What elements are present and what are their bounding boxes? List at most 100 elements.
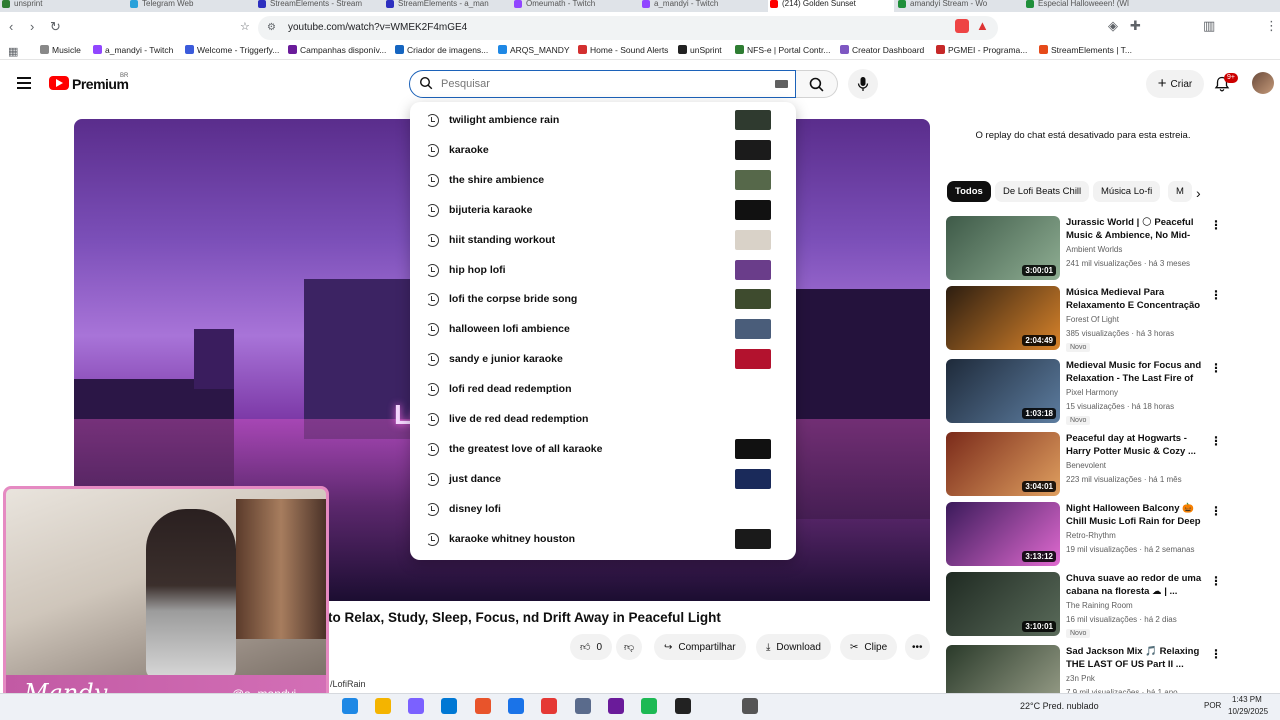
bookmark-item[interactable]: Musicle xyxy=(40,45,81,55)
more-vertical-icon[interactable]: ⋮ xyxy=(1210,434,1222,448)
weather-widget[interactable]: 22°C Pred. nublado xyxy=(1020,701,1099,711)
browser-tab[interactable]: Omeumath - Twitch xyxy=(512,0,638,12)
taskbar-app-icon[interactable] xyxy=(475,698,491,714)
recommended-video[interactable]: 1:03:18 Medieval Music for Focus and Rela… xyxy=(946,359,1236,425)
account-avatar[interactable] xyxy=(1252,72,1274,94)
browser-tab[interactable]: StreamElements - a_man xyxy=(384,0,510,12)
taskbar-app-icon[interactable] xyxy=(575,698,591,714)
recommended-video-channel[interactable]: Benevolent xyxy=(1066,461,1106,470)
more-vertical-icon[interactable]: ⋮ xyxy=(1210,504,1222,518)
search-suggestion-item[interactable]: hip hop lofi xyxy=(410,255,796,285)
chevron-right-icon[interactable]: › xyxy=(1196,185,1201,201)
more-vertical-icon[interactable]: ⋮ xyxy=(1210,288,1222,302)
recommended-video[interactable]: 3:13:12 Night Halloween Balcony 🎃 Chill M… xyxy=(946,502,1236,568)
browser-tab[interactable]: (214) Golden Sunset xyxy=(768,0,894,12)
forward-icon[interactable]: › xyxy=(30,20,34,34)
browser-tab[interactable]: StreamElements - Stream xyxy=(256,0,382,12)
clip-button[interactable]: ✂ Clipe xyxy=(840,634,898,660)
recommended-video-channel[interactable]: Retro-Rhythm xyxy=(1066,531,1116,540)
channel-tag[interactable]: /LofiRain xyxy=(330,679,366,689)
search-suggestion-item[interactable]: karaoke xyxy=(410,135,796,165)
like-button[interactable]: 👍︎ 0 xyxy=(570,634,613,660)
search-suggestion-item[interactable]: halloween lofi ambience xyxy=(410,314,796,344)
taskbar-app-icon[interactable] xyxy=(641,698,657,714)
recommended-video[interactable]: 2:04:49 Música Medieval Para Relaxamento … xyxy=(946,286,1236,352)
bookmark-item[interactable]: Creator Dashboard xyxy=(840,45,924,55)
recommended-video-channel[interactable]: The Raining Room xyxy=(1066,601,1133,610)
reload-icon[interactable]: ↻ xyxy=(50,20,61,34)
browser-tab[interactable]: amandyi Stream - Wo xyxy=(896,0,1022,12)
recommended-video[interactable]: 3:04:01 Peaceful day at Hogwarts - Harry … xyxy=(946,432,1236,498)
puzzle-icon[interactable]: ✚ xyxy=(1130,19,1141,33)
browser-menu-icon[interactable]: ⋮ xyxy=(1265,19,1278,33)
extension-icon[interactable]: ◈ xyxy=(1108,19,1118,33)
search-suggestion-item[interactable]: karaoke whitney houston xyxy=(410,524,796,554)
taskbar-app-icon[interactable] xyxy=(608,698,624,714)
bookmark-item[interactable]: NFS-e | Portal Contr... xyxy=(735,45,830,55)
apps-grid-icon[interactable]: ▦ xyxy=(8,45,18,59)
taskbar-app-icon[interactable] xyxy=(541,698,557,714)
video-thumbnail[interactable]: 3:13:12 xyxy=(946,502,1060,566)
search-suggestion-item[interactable]: the shire ambience xyxy=(410,165,796,195)
recommended-video-title[interactable]: Jurassic World | 🌕 Peaceful Music & Ambi… xyxy=(1066,216,1206,243)
bookmark-item[interactable]: unSprint xyxy=(678,45,722,55)
taskbar-app-icon[interactable] xyxy=(675,698,691,714)
search-suggestion-item[interactable]: lofi the corpse bride song xyxy=(410,284,796,314)
recommended-video-title[interactable]: Medieval Music for Focus and Relaxation … xyxy=(1066,359,1206,386)
bookmark-item[interactable]: ARQS_MANDY xyxy=(498,45,570,55)
browser-tab[interactable]: Telegram Web xyxy=(128,0,254,12)
recommended-video-title[interactable]: Night Halloween Balcony 🎃 Chill Music Lo… xyxy=(1066,502,1206,529)
search-suggestion-item[interactable]: bijuteria karaoke xyxy=(410,195,796,225)
search-input[interactable] xyxy=(441,75,761,93)
recommended-video-channel[interactable]: Ambient Worlds xyxy=(1066,245,1122,254)
extension-shield-icon[interactable] xyxy=(955,19,969,33)
video-thumbnail[interactable]: 2:04:49 xyxy=(946,286,1060,350)
clock-time[interactable]: 1:43 PM xyxy=(1232,695,1262,704)
bookmark-item[interactable]: StreamElements | T... xyxy=(1039,45,1132,55)
recommended-video-title[interactable]: Música Medieval Para Relaxamento E Conce… xyxy=(1066,286,1206,313)
taskbar-app-icon[interactable] xyxy=(342,698,358,714)
input-language[interactable]: POR xyxy=(1204,701,1221,710)
recommended-video-channel[interactable]: z3n Pnk xyxy=(1066,674,1095,683)
recommended-video[interactable]: 3:00:01 Jurassic World | 🌕 Peaceful Music… xyxy=(946,216,1236,282)
filter-chip[interactable]: M xyxy=(1168,181,1192,202)
more-actions-button[interactable]: ••• xyxy=(905,634,930,660)
video-thumbnail[interactable]: 1:03:18 xyxy=(946,359,1060,423)
recommended-video-title[interactable]: Sad Jackson Mix 🎵 Relaxing THE LAST OF U… xyxy=(1066,645,1206,672)
video-thumbnail[interactable]: 3:00:01 xyxy=(946,216,1060,280)
bookmark-item[interactable]: Welcome - Triggerfy... xyxy=(185,45,279,55)
voice-search-button[interactable] xyxy=(848,69,878,99)
more-vertical-icon[interactable]: ⋮ xyxy=(1210,218,1222,232)
browser-tab[interactable]: unsprint xyxy=(0,0,126,12)
search-suggestion-item[interactable]: twilight ambience rain xyxy=(410,105,796,135)
recommended-video-title[interactable]: Chuva suave ao redor de uma cabana na fl… xyxy=(1066,572,1206,599)
search-suggestion-item[interactable]: lofi red dead redemption xyxy=(410,374,796,404)
hamburger-menu-icon[interactable] xyxy=(17,77,31,89)
browser-tab[interactable]: Especial Halloweeen! (WI xyxy=(1024,0,1150,12)
bookmark-item[interactable]: Campanhas disponív... xyxy=(288,45,386,55)
more-vertical-icon[interactable]: ⋮ xyxy=(1210,647,1222,661)
bookmark-item[interactable]: PGMEI - Programa... xyxy=(936,45,1027,55)
taskbar-app-icon[interactable] xyxy=(742,698,758,714)
browser-tab[interactable]: a_mandyi - Twitch xyxy=(640,0,766,12)
search-suggestion-item[interactable]: disney lofi xyxy=(410,494,796,524)
bookmark-item[interactable]: Criador de imagens... xyxy=(395,45,488,55)
dislike-button[interactable]: 👎︎ xyxy=(616,634,643,660)
search-suggestion-item[interactable]: just dance xyxy=(410,464,796,494)
site-info-icon[interactable]: ⚙ xyxy=(267,21,276,35)
recommended-video-channel[interactable]: Forest Of Light xyxy=(1066,315,1119,324)
extension-alert-icon[interactable]: ▲ xyxy=(976,19,989,33)
filter-chip[interactable]: De Lofi Beats Chill xyxy=(995,181,1090,202)
search-suggestion-item[interactable]: live de red dead redemption xyxy=(410,404,796,434)
recommended-video-channel[interactable]: Pixel Harmony xyxy=(1066,388,1118,397)
filter-chip[interactable]: Todos xyxy=(947,181,991,202)
filter-chip[interactable]: Música Lo-fi xyxy=(1093,181,1161,202)
more-vertical-icon[interactable]: ⋮ xyxy=(1210,574,1222,588)
taskbar-app-icon[interactable] xyxy=(408,698,424,714)
keyboard-icon[interactable] xyxy=(775,80,788,88)
sidebar-icon[interactable]: ▥ xyxy=(1203,19,1215,33)
address-url[interactable]: youtube.com/watch?v=WMEK2F4mGE4 xyxy=(288,22,467,33)
download-button[interactable]: ⤓ Download xyxy=(756,634,831,660)
search-suggestion-item[interactable]: the greatest love of all karaoke xyxy=(410,434,796,464)
bookmark-item[interactable]: a_mandyi - Twitch xyxy=(93,45,173,55)
